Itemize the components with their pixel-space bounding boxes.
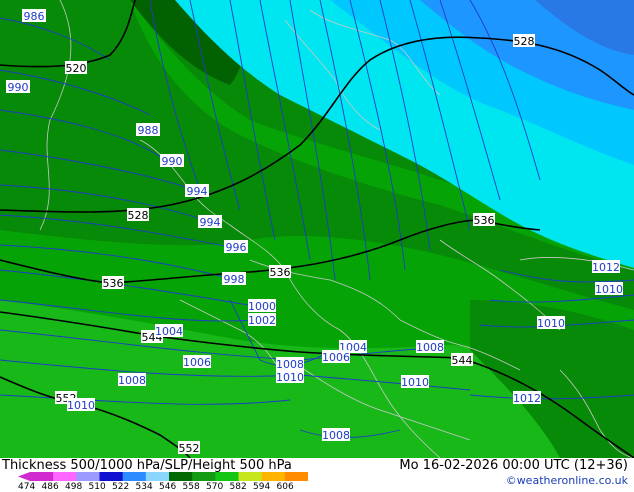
colorbar-segment <box>238 472 263 481</box>
pressure-label: 990 <box>160 154 184 168</box>
pressure-label-text: 1012 <box>513 392 541 405</box>
colorbar-segment <box>145 472 170 481</box>
pressure-label-text: 1010 <box>67 399 95 412</box>
pressure-label: 1002 <box>248 313 276 327</box>
colorbar-tick-label: 570 <box>206 482 224 492</box>
pressure-label: 1008 <box>322 428 350 442</box>
thickness-label: 544 <box>451 353 473 367</box>
colorbar-segment <box>122 472 147 481</box>
pressure-label-text: 1008 <box>322 429 350 442</box>
colorbar-segment <box>53 472 77 481</box>
pressure-label: 994 <box>198 215 222 229</box>
pressure-label: 1012 <box>592 260 620 274</box>
pressure-label: 1010 <box>401 375 429 389</box>
colorbar-tick-label: 594 <box>253 482 271 492</box>
pressure-label-text: 1010 <box>276 371 304 384</box>
thickness-label: 536 <box>269 265 291 279</box>
pressure-label: 996 <box>224 240 248 254</box>
pressure-label: 1004 <box>155 324 183 338</box>
pressure-label-text: 990 <box>162 155 183 168</box>
pressure-label-text: 998 <box>224 273 245 286</box>
thickness-label: 536 <box>102 276 124 290</box>
thickness-label: 528 <box>513 34 535 48</box>
pressure-label: 1008 <box>416 340 444 354</box>
colorbar-tick-label: 534 <box>135 482 153 492</box>
thickness-label-text: 528 <box>128 209 149 222</box>
pressure-label-text: 994 <box>187 185 208 198</box>
colorbar-segment <box>99 472 124 481</box>
pressure-label-text: 1010 <box>401 376 429 389</box>
colorbar-tick-label: 498 <box>65 482 83 492</box>
thickness-label-text: 536 <box>474 214 495 227</box>
pressure-label-text: 1010 <box>537 317 565 330</box>
pressure-label-text: 1002 <box>248 314 276 327</box>
pressure-label-text: 990 <box>8 81 29 94</box>
pressure-label: 998 <box>222 272 246 286</box>
pressure-label-text: 1006 <box>322 351 350 364</box>
pressure-label-text: 1008 <box>276 358 304 371</box>
colorbar-tick-label: 606 <box>276 482 294 492</box>
colorbar-segment <box>169 472 193 481</box>
pressure-label: 1010 <box>67 398 95 412</box>
pressure-label: 1006 <box>322 350 350 364</box>
thickness-label-text: 536 <box>103 277 124 290</box>
credit-link[interactable]: ©weatheronline.co.uk <box>506 474 628 487</box>
thickness-colorbar <box>18 472 308 481</box>
pressure-label-text: 1008 <box>416 341 444 354</box>
pressure-label-text: 1006 <box>183 356 211 369</box>
thickness-label-text: 544 <box>452 354 473 367</box>
pressure-label: 994 <box>185 184 209 198</box>
colorbar-tick-label: 474 <box>18 482 36 492</box>
pressure-label: 1010 <box>537 316 565 330</box>
pressure-label: 1000 <box>248 299 276 313</box>
pressure-label-text: 994 <box>200 216 221 229</box>
thickness-label-text: 536 <box>270 266 291 279</box>
colorbar-tick-label: 522 <box>112 482 130 492</box>
pressure-label-text: 988 <box>138 124 159 137</box>
pressure-label: 1010 <box>595 282 623 296</box>
colorbar-tick-label: 558 <box>182 482 200 492</box>
pressure-label: 1008 <box>276 357 304 371</box>
colorbar-segment <box>215 472 239 481</box>
thickness-label-text: 552 <box>179 442 200 455</box>
pressure-label: 986 <box>22 9 46 23</box>
colorbar-segment <box>261 472 286 481</box>
thickness-label-text: 528 <box>514 35 535 48</box>
pressure-label-text: 1008 <box>118 374 146 387</box>
colorbar-tick-label: 486 <box>41 482 59 492</box>
map-title: Thickness 500/1000 hPa/SLP/Height 500 hP… <box>2 458 292 473</box>
colorbar-tick-label: 582 <box>229 482 247 492</box>
colorbar-segment <box>192 472 216 481</box>
thickness-label: 528 <box>127 208 149 222</box>
thickness-label: 552 <box>178 441 200 455</box>
pressure-label: 1012 <box>513 391 541 405</box>
thickness-label-text: 520 <box>66 62 87 75</box>
pressure-label-text: 986 <box>24 10 45 23</box>
colorbar-segment <box>76 472 100 481</box>
pressure-label-text: 1000 <box>248 300 276 313</box>
colorbar-segment <box>284 472 308 481</box>
forecast-datetime: Mo 16-02-2026 00:00 UTC (12+36) <box>399 458 628 473</box>
pressure-label: 1006 <box>183 355 211 369</box>
pressure-label-text: 1004 <box>155 325 183 338</box>
colorbar-segment <box>30 472 54 481</box>
pressure-label-text: 1012 <box>592 261 620 274</box>
pressure-label-text: 996 <box>226 241 247 254</box>
map-footer: Thickness 500/1000 hPa/SLP/Height 500 hP… <box>0 458 634 492</box>
pressure-label: 988 <box>136 123 160 137</box>
pressure-label-text: 1010 <box>595 283 623 296</box>
colorbar-tick-label: 546 <box>159 482 177 492</box>
pressure-label: 1008 <box>118 373 146 387</box>
thickness-label: 520 <box>65 61 87 75</box>
pressure-label: 1010 <box>276 370 304 384</box>
colorbar-left-arrow <box>18 472 30 481</box>
colorbar-tick-label: 510 <box>88 482 106 492</box>
weather-map: 520 528 528 536 536 536 544 544 552 552 … <box>0 0 634 458</box>
pressure-label: 990 <box>6 80 30 94</box>
thickness-label: 536 <box>473 213 495 227</box>
